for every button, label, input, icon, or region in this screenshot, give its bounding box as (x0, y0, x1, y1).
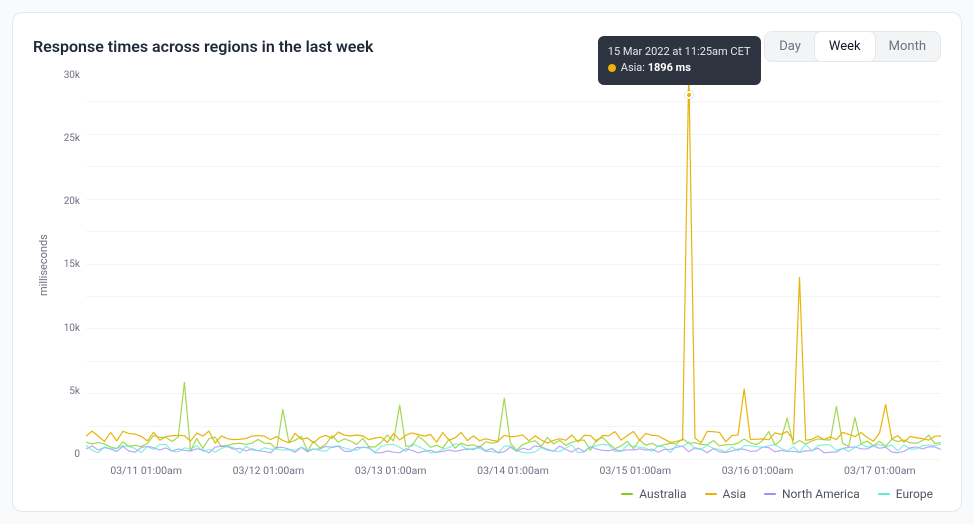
y-tick: 30k (50, 70, 80, 81)
x-tick: 03/14 01:00am (452, 464, 574, 477)
x-axis: 03/11 01:00am03/12 01:00am03/13 01:00am0… (85, 464, 941, 477)
legend-item-europe[interactable]: Europe (878, 487, 933, 501)
y-tick: 25k (50, 133, 80, 144)
hover-marker-dot (685, 91, 693, 99)
card-title: Response times across regions in the las… (33, 37, 373, 56)
series-svg (86, 70, 941, 459)
legend-swatch (878, 493, 890, 495)
legend-swatch (621, 493, 633, 495)
legend-label: North America (782, 487, 860, 501)
y-tick: 5k (50, 386, 80, 397)
legend-label: Europe (896, 487, 933, 501)
y-tick: 15k (50, 259, 80, 270)
x-tick: 03/16 01:00am (696, 464, 818, 477)
legend-label: Asia (723, 487, 746, 501)
x-tick: 03/17 01:00am (819, 464, 941, 477)
y-axis-title: milliseconds (33, 70, 50, 460)
x-tick: 03/13 01:00am (330, 464, 452, 477)
plot[interactable]: 15 Mar 2022 at 11:25am CET Asia: 1896 ms (86, 70, 941, 460)
range-day[interactable]: Day (765, 32, 815, 61)
range-week[interactable]: Week (815, 32, 875, 61)
legend-swatch (764, 493, 776, 495)
response-times-card: Response times across regions in the las… (12, 12, 962, 512)
chart-area: milliseconds 30k 25k 20k 15k 10k 5k 0 15 Mar 2… (33, 70, 941, 460)
y-tick: 0 (50, 449, 80, 460)
legend-item-asia[interactable]: Asia (705, 487, 746, 501)
series-asia (86, 70, 941, 443)
y-tick: 10k (50, 323, 80, 334)
legend-swatch (705, 493, 717, 495)
range-month[interactable]: Month (875, 32, 940, 61)
range-segmented-control: Day Week Month (764, 31, 941, 62)
x-tick: 03/12 01:00am (207, 464, 329, 477)
x-tick: 03/11 01:00am (85, 464, 207, 477)
x-tick: 03/15 01:00am (574, 464, 696, 477)
y-tick: 20k (50, 196, 80, 207)
legend-label: Australia (639, 487, 686, 501)
card-header: Response times across regions in the las… (33, 31, 941, 62)
y-axis: 30k 25k 20k 15k 10k 5k 0 (50, 70, 86, 460)
legend: Australia Asia North America Europe (33, 487, 941, 501)
legend-item-north-america[interactable]: North America (764, 487, 860, 501)
legend-item-australia[interactable]: Australia (621, 487, 686, 501)
